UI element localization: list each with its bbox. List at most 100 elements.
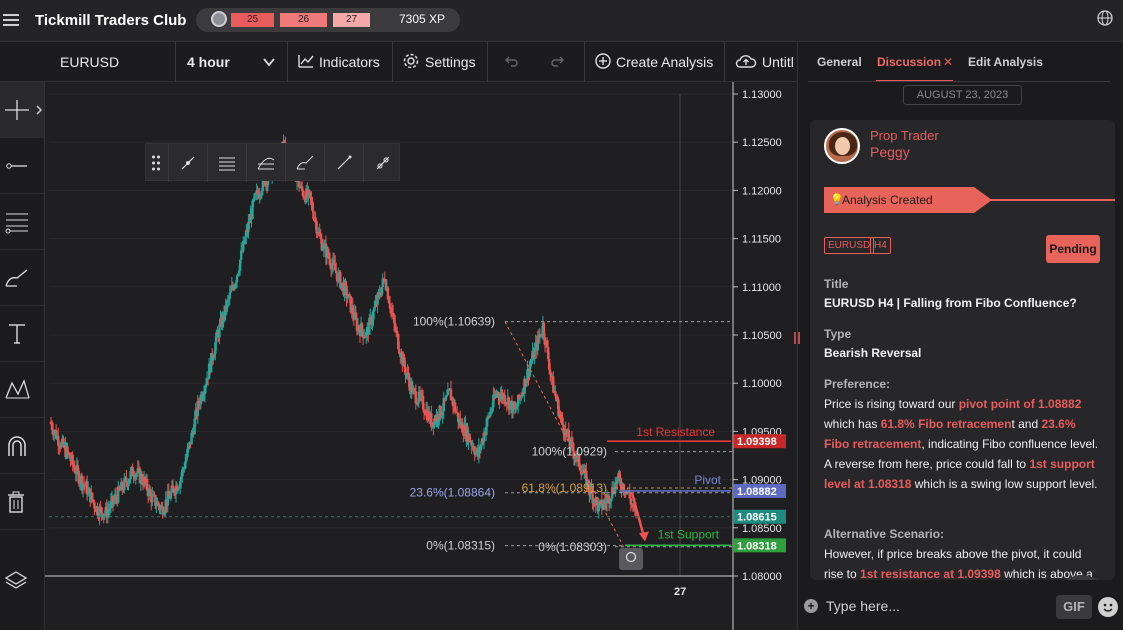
- magnet-tool[interactable]: [0, 418, 44, 474]
- brand-title: Tickmill Traders Club: [35, 12, 187, 29]
- price-tick-label: 1.12500: [742, 137, 782, 149]
- draw-fib-button[interactable]: [207, 144, 245, 182]
- price-tick-label: 1.11500: [742, 234, 781, 246]
- forecast-arrowhead: [639, 531, 649, 542]
- pattern-icon: [5, 379, 30, 399]
- analysis-name[interactable]: Untitl: [762, 54, 794, 70]
- chevron-down-icon[interactable]: [262, 55, 276, 69]
- cloud-upload-icon[interactable]: [734, 52, 758, 70]
- candle-body: [87, 488, 90, 495]
- redo-icon[interactable]: [549, 52, 567, 70]
- avatar[interactable]: [824, 128, 860, 164]
- tab-general[interactable]: General: [817, 55, 862, 69]
- indicators-icon[interactable]: [297, 52, 315, 70]
- add-attachment-icon[interactable]: +: [804, 599, 818, 613]
- price-tick-label: 1.10500: [742, 330, 782, 342]
- highlight-text: pivot point of 1.08882: [958, 397, 1082, 411]
- tab-edit-analysis[interactable]: Edit Analysis: [968, 55, 1043, 69]
- draw-trend-button[interactable]: [168, 144, 206, 182]
- scroll-down-button[interactable]: [1054, 575, 1110, 580]
- message-composer: + Type here... GIF: [798, 585, 1123, 630]
- crosshair-tool[interactable]: [0, 82, 44, 138]
- candle-body: [212, 358, 215, 361]
- trend-line-tool[interactable]: [0, 138, 44, 194]
- timeframe-tag: H4: [870, 237, 891, 254]
- settings-button[interactable]: Settings: [425, 54, 476, 70]
- settings-gear-icon[interactable]: [402, 52, 420, 70]
- candle-body: [100, 507, 103, 514]
- fib-label: 100%(1.10639): [413, 315, 495, 329]
- globe-icon[interactable]: [1097, 10, 1113, 26]
- draw-ray-button[interactable]: [363, 144, 401, 182]
- plus-circle-icon[interactable]: [594, 52, 612, 70]
- layers-tool[interactable]: [0, 552, 44, 608]
- level-badge-icon: [211, 11, 227, 27]
- candle-body: [228, 292, 231, 299]
- grip-icon: [152, 155, 160, 171]
- xp-level-2: 26: [280, 13, 327, 27]
- tab-discussion[interactable]: Discussion: [877, 55, 941, 69]
- xp-level-3: 27: [333, 13, 370, 27]
- undo-icon[interactable]: [502, 52, 520, 70]
- user-name[interactable]: Peggy: [870, 144, 910, 160]
- candle-body: [360, 323, 364, 332]
- pivot-label: Pivot: [694, 473, 721, 487]
- fibonacci-icon: [5, 213, 28, 234]
- tab-divider: [808, 81, 1110, 82]
- candle-body: [315, 221, 318, 234]
- close-tab-icon[interactable]: ✕: [943, 55, 953, 69]
- hamburger-menu-icon[interactable]: [3, 11, 19, 27]
- message-input[interactable]: Type here...: [826, 598, 900, 614]
- delete-tool[interactable]: [0, 474, 44, 530]
- emoji-icon[interactable]: [1098, 597, 1118, 617]
- body-text: which is a swing low support level.: [911, 477, 1098, 491]
- support-label: 1st Support: [658, 527, 720, 541]
- pattern-tool[interactable]: [0, 362, 44, 418]
- fib-label: 100%(1.0929): [532, 445, 607, 459]
- drag-handle[interactable]: [146, 144, 166, 182]
- draw-channel-button[interactable]: [246, 144, 284, 182]
- fib-tool[interactable]: [0, 194, 44, 250]
- candle-body: [335, 270, 338, 274]
- body-text: which has: [824, 417, 881, 431]
- indicators-button[interactable]: Indicators: [319, 54, 380, 70]
- text-tool[interactable]: [0, 306, 44, 362]
- trash-icon: [8, 491, 24, 513]
- candle-body: [348, 294, 351, 297]
- timeframe-selector[interactable]: 4 hour: [187, 54, 230, 70]
- candle-body: [372, 310, 375, 320]
- symbol-selector[interactable]: EURUSD: [60, 54, 119, 70]
- alternative-label: Alternative Scenario:: [824, 527, 945, 541]
- fib-label: 0%(1.08303): [538, 540, 607, 554]
- price-tick-label: 1.12000: [742, 185, 782, 197]
- symbol-tag: EURUSD: [824, 237, 875, 254]
- channel-icon: [257, 157, 275, 170]
- price-tick-label: 1.10000: [742, 378, 782, 390]
- fib-lines-icon: [219, 157, 235, 171]
- status-banner: 💡 Analysis Created: [824, 187, 974, 213]
- crosshair-icon: [5, 100, 29, 120]
- xp-value: 7305 XP: [399, 12, 446, 26]
- body-text: t and: [1011, 417, 1042, 431]
- title-value: EURUSD H4 | Falling from Fibo Confluence…: [824, 296, 1077, 310]
- draw-brush-button[interactable]: [285, 144, 323, 182]
- panel-collapse-handle[interactable]: [793, 330, 801, 346]
- forecast-arrow: [630, 492, 645, 534]
- price-tick-label: 1.08000: [742, 571, 782, 583]
- xp-progress: 25 26 27 7305 XP: [196, 8, 460, 32]
- create-analysis-button[interactable]: Create Analysis: [616, 54, 713, 70]
- draw-line-button[interactable]: [324, 144, 362, 182]
- fib-label: 0%(1.08315): [426, 539, 495, 553]
- candle-body: [561, 417, 564, 425]
- fib-diagonal: [504, 321, 624, 546]
- pivot-price-tag: 1.08882: [737, 486, 777, 498]
- body-text: Price is rising toward our: [824, 397, 959, 411]
- gif-button[interactable]: GIF: [1056, 595, 1092, 619]
- brush-icon: [5, 269, 28, 287]
- xp-level-1: 25: [231, 13, 274, 27]
- preference-text: Price is rising toward our pivot point o…: [824, 394, 1102, 494]
- price-tick-label: 1.08500: [742, 523, 782, 535]
- brush-tool[interactable]: [0, 250, 44, 306]
- candle-body: [127, 481, 130, 487]
- brush-icon: [296, 155, 314, 170]
